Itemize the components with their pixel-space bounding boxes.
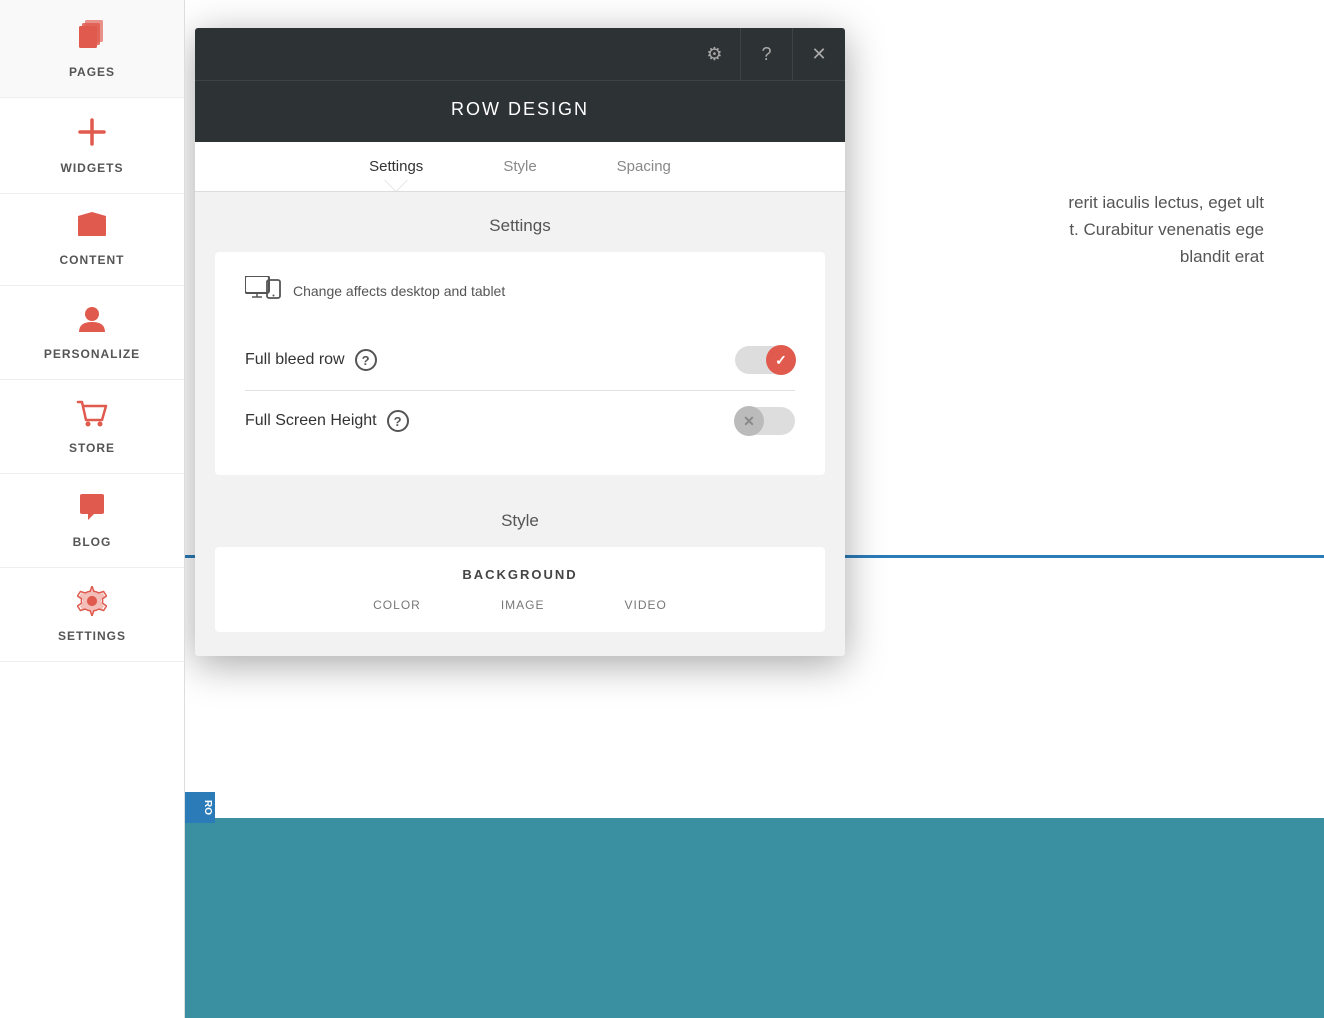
modal-tabs: Settings Style Spacing bbox=[195, 142, 845, 192]
full-bleed-knob: ✓ bbox=[766, 345, 796, 375]
content-label: CONTENT bbox=[60, 253, 125, 267]
style-card: BACKGROUND COLOR IMAGE VIDEO bbox=[215, 547, 825, 632]
modal-close-button[interactable]: ✕ bbox=[793, 28, 845, 80]
sidebar-item-store[interactable]: STORE bbox=[0, 380, 184, 474]
full-bleed-label: Full bleed row ? bbox=[245, 349, 377, 371]
modal-title: ROW DESIGN bbox=[451, 99, 589, 119]
tab-style[interactable]: Style bbox=[463, 142, 576, 191]
device-notice-text: Change affects desktop and tablet bbox=[293, 283, 505, 299]
settings-section-label: Settings bbox=[215, 216, 825, 236]
sidebar-item-personalize[interactable]: PERSONALIZE bbox=[0, 286, 184, 380]
store-icon bbox=[76, 398, 108, 435]
background-options: COLOR IMAGE VIDEO bbox=[245, 598, 795, 612]
bg-option-video[interactable]: VIDEO bbox=[625, 598, 667, 612]
full-screen-height-knob: ✕ bbox=[734, 406, 764, 436]
sidebar: PAGES WIDGETS CONTENT PERSONALIZE bbox=[0, 0, 185, 1018]
modal-body: Settings Ch bbox=[195, 192, 845, 656]
tab-settings[interactable]: Settings bbox=[329, 142, 463, 191]
blog-icon bbox=[76, 492, 108, 529]
bg-option-color[interactable]: COLOR bbox=[373, 598, 421, 612]
pages-icon bbox=[75, 18, 109, 59]
main-area: Abo s vel sapien est. M rerit iaculis le… bbox=[185, 0, 1324, 1018]
full-bleed-help-icon[interactable]: ? bbox=[355, 349, 377, 371]
modal-settings-button[interactable]: ⚙ bbox=[689, 28, 741, 80]
row-label-bar: RO bbox=[185, 792, 215, 823]
sidebar-item-content[interactable]: CONTENT bbox=[0, 194, 184, 286]
sidebar-item-widgets[interactable]: WIDGETS bbox=[0, 98, 184, 194]
full-screen-height-label: Full Screen Height ? bbox=[245, 410, 409, 432]
blog-label: BLOG bbox=[73, 535, 112, 549]
sidebar-item-pages[interactable]: PAGES bbox=[0, 0, 184, 98]
device-notice: Change affects desktop and tablet bbox=[245, 276, 795, 306]
background-label: BACKGROUND bbox=[245, 567, 795, 582]
widgets-label: WIDGETS bbox=[61, 161, 124, 175]
content-icon bbox=[76, 212, 108, 247]
blue-stripe-section bbox=[185, 818, 1324, 1018]
settings-card: Change affects desktop and tablet Full b… bbox=[215, 252, 825, 475]
full-bleed-toggle[interactable]: ✓ bbox=[735, 346, 795, 374]
personalize-icon bbox=[77, 304, 107, 341]
full-screen-height-help-icon[interactable]: ? bbox=[387, 410, 409, 432]
device-icon bbox=[245, 276, 281, 306]
full-screen-height-toggle[interactable]: ✕ bbox=[735, 407, 795, 435]
style-section-label: Style bbox=[215, 511, 825, 531]
row-design-modal: ⚙ ? ✕ ROW DESIGN Settings Style Spacing … bbox=[195, 28, 845, 656]
pages-label: PAGES bbox=[69, 65, 115, 79]
store-label: STORE bbox=[69, 441, 115, 455]
sidebar-item-blog[interactable]: BLOG bbox=[0, 474, 184, 568]
modal-help-button[interactable]: ? bbox=[741, 28, 793, 80]
settings-label: SETTINGS bbox=[58, 629, 126, 643]
section-divider bbox=[215, 495, 825, 511]
settings-icon bbox=[77, 586, 107, 623]
full-screen-height-row: Full Screen Height ? ✕ bbox=[245, 390, 795, 451]
modal-title-bar: ROW DESIGN bbox=[195, 80, 845, 142]
personalize-label: PERSONALIZE bbox=[44, 347, 140, 361]
tab-spacing[interactable]: Spacing bbox=[577, 142, 711, 191]
widgets-icon bbox=[76, 116, 108, 155]
bg-option-image[interactable]: IMAGE bbox=[501, 598, 545, 612]
sidebar-item-settings[interactable]: SETTINGS bbox=[0, 568, 184, 662]
full-bleed-row: Full bleed row ? ✓ bbox=[245, 330, 795, 390]
modal-topbar: ⚙ ? ✕ bbox=[195, 28, 845, 80]
